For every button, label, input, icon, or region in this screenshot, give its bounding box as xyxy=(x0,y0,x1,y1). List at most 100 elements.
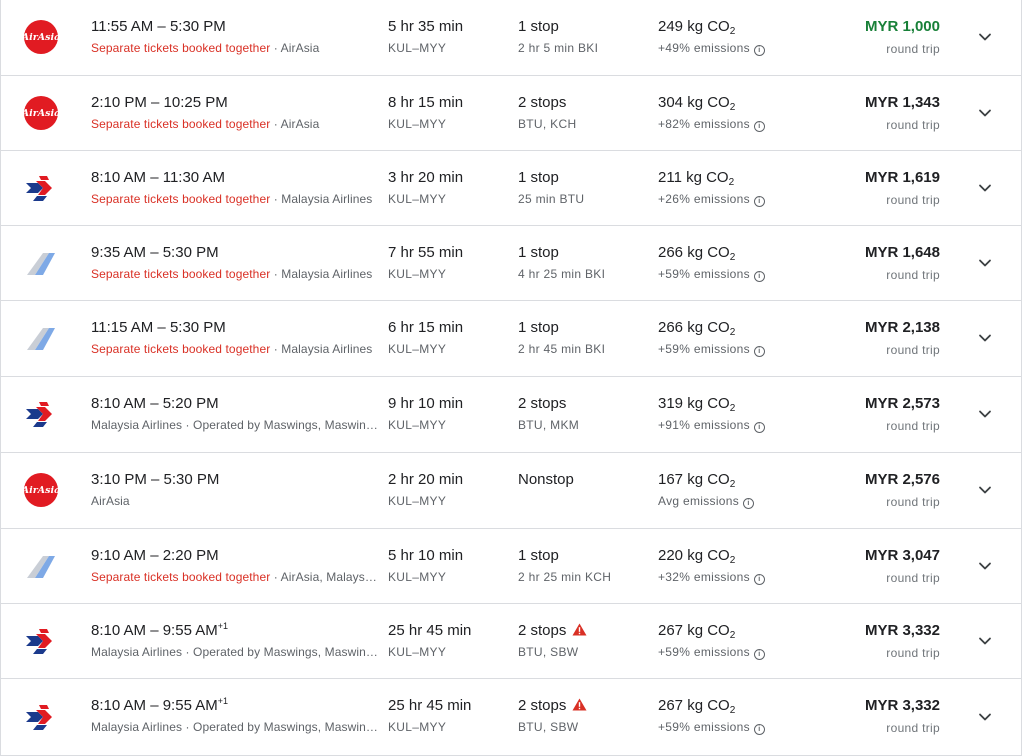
flight-times: 9:35 AM – 5:30 PM xyxy=(91,244,219,261)
expand-chevron-icon[interactable] xyxy=(975,556,995,576)
stop-detail: 2 hr 45 min BKI xyxy=(518,342,606,356)
stops-count: 2 stops xyxy=(518,622,587,640)
info-icon[interactable]: i xyxy=(753,45,765,56)
airline-info: Separate tickets booked together · Malay… xyxy=(91,267,373,281)
info-icon[interactable]: i xyxy=(753,649,765,660)
carrier-name: AirAsia, Malaysia Airlines xyxy=(280,570,378,584)
price: MYR 3,332 xyxy=(864,622,940,639)
info-icon[interactable]: i xyxy=(753,271,765,282)
expand-chevron-icon[interactable] xyxy=(975,631,995,651)
stops-count: 2 stops xyxy=(518,395,567,412)
price: MYR 3,332 xyxy=(864,697,940,714)
expand-chevron-icon[interactable] xyxy=(975,328,995,348)
malaysia-airlines-logo xyxy=(23,623,59,659)
stops-count: Nonstop xyxy=(518,471,574,488)
price: MYR 1,619 xyxy=(864,169,940,186)
expand-chevron-icon[interactable] xyxy=(975,27,995,47)
carrier-name: Malaysia Airlines · Operated by Maswings… xyxy=(91,645,378,659)
flight-times: 8:10 AM – 5:20 PM xyxy=(91,395,219,412)
flight-duration: 5 hr 35 min xyxy=(388,18,464,35)
flight-row[interactable]: 11:15 AM – 5:30 PM Separate tickets book… xyxy=(1,301,1021,377)
trip-type: round trip xyxy=(886,419,940,433)
emissions-info: +59% emissions i xyxy=(658,342,765,357)
trip-type: round trip xyxy=(886,646,940,660)
trip-type: round trip xyxy=(886,721,940,735)
flight-row[interactable]: 8:10 AM – 9:55 AM+1 Malaysia Airlines · … xyxy=(1,604,1021,679)
expand-chevron-icon[interactable] xyxy=(975,404,995,424)
flight-route: KUL–MYY xyxy=(388,41,447,55)
expand-chevron-icon[interactable] xyxy=(975,480,995,500)
flight-route: KUL–MYY xyxy=(388,117,447,131)
info-icon[interactable]: i xyxy=(753,346,765,357)
flight-duration: 25 hr 45 min xyxy=(388,622,472,639)
multi-airline-logo xyxy=(23,245,59,281)
flight-duration: 3 hr 20 min xyxy=(388,169,464,186)
airasia-logo: AirAsia xyxy=(23,472,59,508)
emissions-info: +82% emissions i xyxy=(658,117,765,132)
svg-text:AirAsia: AirAsia xyxy=(23,108,59,119)
flight-route: KUL–MYY xyxy=(388,570,447,584)
flight-times: 8:10 AM – 11:30 AM xyxy=(91,169,225,186)
multi-airline-logo xyxy=(23,548,59,584)
flight-row[interactable]: AirAsia 2:10 PM – 10:25 PM Separate tick… xyxy=(1,76,1021,151)
expand-chevron-icon[interactable] xyxy=(975,103,995,123)
trip-type: round trip xyxy=(886,571,940,585)
flight-row[interactable]: 8:10 AM – 5:20 PM Malaysia Airlines · Op… xyxy=(1,377,1021,453)
emissions-info: +59% emissions i xyxy=(658,645,765,660)
expand-chevron-icon[interactable] xyxy=(975,707,995,727)
info-icon[interactable]: i xyxy=(753,724,765,735)
flight-duration: 7 hr 55 min xyxy=(388,244,464,261)
airline-info: Separate tickets booked together · Malay… xyxy=(91,192,373,206)
separate-tickets-label: Separate tickets booked together xyxy=(91,41,271,55)
flight-duration: 6 hr 15 min xyxy=(388,319,464,336)
flight-row[interactable]: 8:10 AM – 11:30 AM Separate tickets book… xyxy=(1,151,1021,226)
stop-detail: 2 hr 25 min KCH xyxy=(518,570,612,584)
flight-duration: 9 hr 10 min xyxy=(388,395,464,412)
flight-duration: 25 hr 45 min xyxy=(388,697,472,714)
malaysia-airlines-logo xyxy=(23,396,59,432)
flight-duration: 5 hr 10 min xyxy=(388,547,464,564)
flight-times: 11:15 AM – 5:30 PM xyxy=(91,319,226,336)
flight-route: KUL–MYY xyxy=(388,192,447,206)
emissions-info: Avg emissions i xyxy=(658,494,755,509)
emissions-info: +59% emissions i xyxy=(658,720,765,735)
flight-row[interactable]: 9:35 AM – 5:30 PM Separate tickets booke… xyxy=(1,226,1021,301)
expand-chevron-icon[interactable] xyxy=(975,178,995,198)
price: MYR 2,576 xyxy=(864,471,940,488)
flight-duration: 2 hr 20 min xyxy=(388,471,464,488)
co2-amount: 266 kg CO2 xyxy=(658,319,736,338)
stops-count: 1 stop xyxy=(518,169,559,186)
emissions-info: +26% emissions i xyxy=(658,192,765,207)
co2-amount: 249 kg CO2 xyxy=(658,18,736,37)
co2-amount: 167 kg CO2 xyxy=(658,471,736,490)
stop-detail: 25 min BTU xyxy=(518,192,585,206)
separate-tickets-label: Separate tickets booked together xyxy=(91,570,271,584)
flight-row[interactable]: AirAsia 11:55 AM – 5:30 PM Separate tick… xyxy=(1,0,1021,76)
flight-times: 11:55 AM – 5:30 PM xyxy=(91,18,226,35)
flight-route: KUL–MYY xyxy=(388,267,447,281)
svg-text:AirAsia: AirAsia xyxy=(23,485,59,496)
info-icon[interactable]: i xyxy=(753,422,765,433)
carrier-name: Malaysia Airlines · Operated by Maswings… xyxy=(91,720,378,734)
flight-row[interactable]: 8:10 AM – 9:55 AM+1 Malaysia Airlines · … xyxy=(1,679,1021,756)
flight-row[interactable]: AirAsia 3:10 PM – 5:30 PM AirAsia 2 hr 2… xyxy=(1,453,1021,529)
trip-type: round trip xyxy=(886,118,940,132)
info-icon[interactable]: i xyxy=(743,498,755,509)
info-icon[interactable]: i xyxy=(753,574,765,585)
flight-route: KUL–MYY xyxy=(388,645,447,659)
expand-chevron-icon[interactable] xyxy=(975,253,995,273)
price: MYR 2,138 xyxy=(864,319,940,336)
airline-info: Separate tickets booked together · AirAs… xyxy=(91,570,378,584)
info-icon[interactable]: i xyxy=(753,121,765,132)
co2-amount: 304 kg CO2 xyxy=(658,94,736,113)
flight-row[interactable]: 9:10 AM – 2:20 PM Separate tickets booke… xyxy=(1,529,1021,604)
separate-tickets-label: Separate tickets booked together xyxy=(91,267,271,281)
flight-times: 3:10 PM – 5:30 PM xyxy=(91,471,220,488)
trip-type: round trip xyxy=(886,268,940,282)
stops-count: 1 stop xyxy=(518,547,559,564)
stops-count: 1 stop xyxy=(518,244,559,261)
airline-info: Malaysia Airlines · Operated by Maswings… xyxy=(91,645,378,659)
separate-tickets-label: Separate tickets booked together xyxy=(91,192,271,206)
info-icon[interactable]: i xyxy=(753,196,765,207)
price: MYR 1,648 xyxy=(864,244,940,261)
